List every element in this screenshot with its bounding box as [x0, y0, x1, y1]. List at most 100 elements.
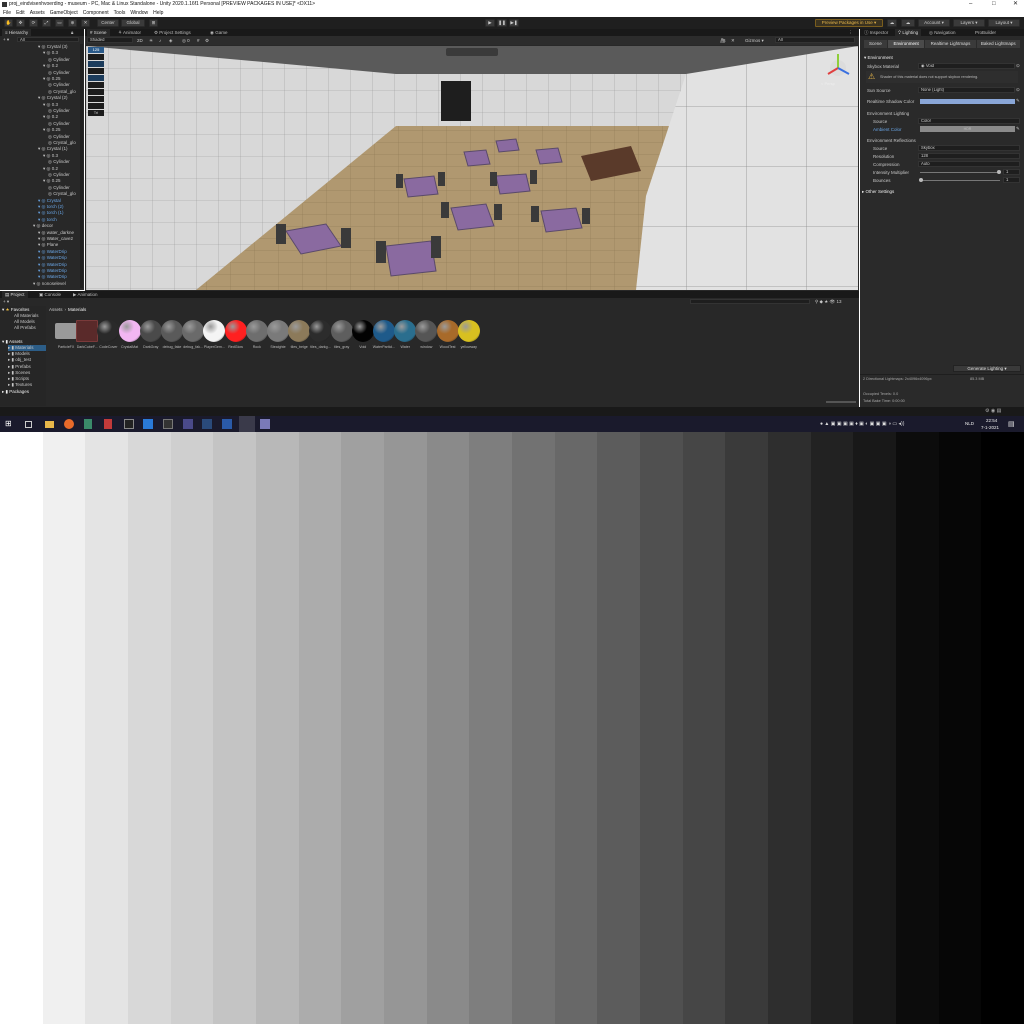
transform-tool-icon[interactable]: ⊕: [68, 19, 77, 27]
project-search-input[interactable]: [690, 299, 810, 304]
overlay-badge-6[interactable]: [88, 82, 104, 88]
material-thumbnail[interactable]: [330, 320, 353, 342]
task-view-icon[interactable]: [25, 421, 32, 428]
breadcrumb-materials[interactable]: Materials: [68, 307, 86, 312]
folder-item[interactable]: ▸ ▮ obj_test: [8, 357, 31, 363]
material-thumbnail[interactable]: [436, 320, 459, 342]
subtab-realtime-lightmaps[interactable]: Realtime Lightmaps: [925, 40, 976, 48]
tab-inspector[interactable]: ⓘ Inspector: [861, 29, 891, 36]
bounces-slider-handle[interactable]: [919, 178, 923, 182]
menu-component[interactable]: Component: [83, 9, 109, 17]
hierarchy-item[interactable]: ▾ ◎ WaterDrip: [38, 262, 67, 268]
bounces-field[interactable]: 1: [1003, 177, 1020, 183]
packages-header[interactable]: ▸ ▮ Packages: [2, 389, 29, 395]
tab-lighting[interactable]: 💡︎ Lighting: [895, 29, 922, 36]
material-thumbnail[interactable]: [118, 320, 141, 342]
menu-window[interactable]: Window: [130, 9, 148, 17]
skybox-material-field[interactable]: ◉ Void: [918, 63, 1015, 69]
folder-item[interactable]: ▸ ▮ Prefabs: [8, 364, 31, 370]
menu-help[interactable]: Help: [153, 9, 163, 17]
camera-icon[interactable]: 🎥︎: [720, 38, 726, 44]
hierarchy-search-input[interactable]: All: [17, 37, 79, 42]
hierarchy-item[interactable]: ▾ ◎ water_darkne: [38, 230, 74, 236]
layers-dropdown[interactable]: Layers ▾: [953, 19, 985, 27]
hierarchy-item[interactable]: ◎ Cylinder: [48, 57, 70, 63]
folder-item[interactable]: ▸ ▮ Textures: [8, 382, 32, 388]
sun-picker-icon[interactable]: ⊙: [1016, 87, 1020, 93]
skybox-picker-icon[interactable]: ⊙: [1016, 63, 1020, 69]
hierarchy-item[interactable]: ▾ ◎ nonoselevel: [33, 281, 66, 287]
minimize-button[interactable]: –: [969, 0, 972, 9]
material-thumbnail[interactable]: [139, 320, 162, 342]
hierarchy-item[interactable]: ▾ ◎ Crystal (1): [38, 146, 67, 152]
tools-icon[interactable]: ✕: [731, 38, 735, 44]
clock-date[interactable]: 7-1-2021: [981, 425, 999, 430]
effects-toggle-icon[interactable]: ◈: [169, 38, 172, 44]
folder-item[interactable]: ▸ ▮ Scripts: [8, 376, 29, 382]
hierarchy-item[interactable]: ▾ ◎ 0.25: [43, 76, 60, 82]
menu-file[interactable]: File: [3, 9, 11, 17]
compression-dropdown[interactable]: Auto: [918, 161, 1020, 167]
source-dropdown[interactable]: Color: [918, 118, 1020, 124]
play-button[interactable]: ▶: [485, 19, 495, 27]
hierarchy-item[interactable]: ◎ Cylinder: [48, 134, 70, 140]
subtab-environment[interactable]: Environment: [887, 40, 925, 48]
hierarchy-item[interactable]: ▾ ◎ 0.2: [43, 114, 58, 120]
hierarchy-scrollbar[interactable]: [80, 44, 83, 288]
tray-icons[interactable]: ● ▲ ▣ ▣ ▣ ▣ ♦ ▣ ◐ ▣ ▣ ▣ ◑ ▭ ◂)): [820, 421, 904, 427]
ambient-color-swatch[interactable]: HDR: [920, 126, 1015, 132]
hierarchy-item[interactable]: ▾ ◎ torch (2): [38, 204, 63, 210]
material-thumbnail[interactable]: [415, 320, 438, 342]
scene-search-input[interactable]: All: [775, 37, 855, 43]
bounces-slider[interactable]: [920, 180, 1000, 181]
hierarchy-item[interactable]: ▾ ◎ 0.2: [43, 166, 58, 172]
2d-toggle[interactable]: 2D: [137, 38, 143, 43]
hierarchy-item[interactable]: ▾ ◎ 0.3: [43, 102, 58, 108]
resolution-dropdown[interactable]: 128: [918, 153, 1020, 159]
favorite-all-materials[interactable]: All Materials: [14, 313, 39, 318]
tab-project-settings[interactable]: ⚙ Project Settings: [151, 29, 194, 36]
hierarchy-item[interactable]: ▾ ◎ WaterDrip: [38, 268, 67, 274]
hierarchy-item[interactable]: ▾ ◎ Crystal (3): [38, 44, 67, 50]
hierarchy-item[interactable]: ▾ ◎ Plane: [38, 242, 58, 248]
folder-item[interactable]: ▸ ▮ Models: [8, 351, 30, 357]
collab-icon[interactable]: ⊞: [149, 19, 158, 27]
overlay-badge-7[interactable]: [88, 89, 104, 95]
project-create-button[interactable]: + ▾: [3, 299, 9, 305]
tab-scene[interactable]: # Scene: [87, 29, 110, 36]
material-thumbnail[interactable]: [161, 320, 183, 342]
refl-source-dropdown[interactable]: Skybox: [918, 145, 1020, 151]
material-thumbnail[interactable]: [97, 320, 120, 342]
overlay-badge-5[interactable]: [88, 75, 104, 81]
shadow-color-swatch[interactable]: [920, 99, 1015, 104]
hierarchy-item[interactable]: ▾ ◎ WaterDrip: [38, 249, 67, 255]
hierarchy-item[interactable]: ◎ Cylinder: [48, 82, 70, 88]
hierarchy-lock-icon[interactable]: 🔒︎: [68, 29, 76, 36]
hierarchy-item[interactable]: ◎ Cylinder: [48, 108, 70, 114]
rect-tool-icon[interactable]: ▭: [55, 19, 64, 27]
app-icon-13[interactable]: [260, 419, 270, 429]
pause-button[interactable]: ❚❚: [497, 19, 507, 27]
folder-item[interactable]: ▸ ▮ Scenes: [8, 370, 30, 376]
app-icon-5[interactable]: [104, 419, 112, 429]
folder-thumbnail[interactable]: [55, 323, 77, 339]
tab-navigation[interactable]: ◎ Navigation: [926, 29, 958, 36]
shading-dropdown[interactable]: Shaded: [87, 37, 133, 43]
other-settings-section[interactable]: ▸ Other Settings: [862, 189, 894, 195]
hierarchy-item[interactable]: ◎ Cylinder: [48, 159, 70, 165]
tab-game[interactable]: ◉ Game: [207, 29, 230, 36]
intensity-slider[interactable]: [920, 172, 1000, 173]
hierarchy-item[interactable]: ◎ Cylinder: [48, 70, 70, 76]
subtab-baked-lightmaps[interactable]: Baked Lightmaps: [976, 40, 1020, 48]
hierarchy-item[interactable]: ◎ Cylinder: [48, 172, 70, 178]
snap-icon[interactable]: ⚙: [205, 38, 209, 44]
menu-gameobject[interactable]: GameObject: [50, 9, 78, 17]
hierarchy-item[interactable]: ◎ Cylinder: [48, 121, 70, 127]
layout-dropdown[interactable]: Layout ▾: [988, 19, 1020, 27]
tab-probuilder[interactable]: ProBuilder: [972, 29, 999, 36]
tab-project[interactable]: ▤ Project: [2, 291, 28, 298]
tab-animator[interactable]: ⚘ Animator: [115, 29, 144, 36]
close-button[interactable]: ✕: [1013, 0, 1018, 9]
breadcrumb-assets[interactable]: Assets: [49, 307, 63, 312]
scene-menu-icon[interactable]: ⋮: [845, 29, 856, 36]
